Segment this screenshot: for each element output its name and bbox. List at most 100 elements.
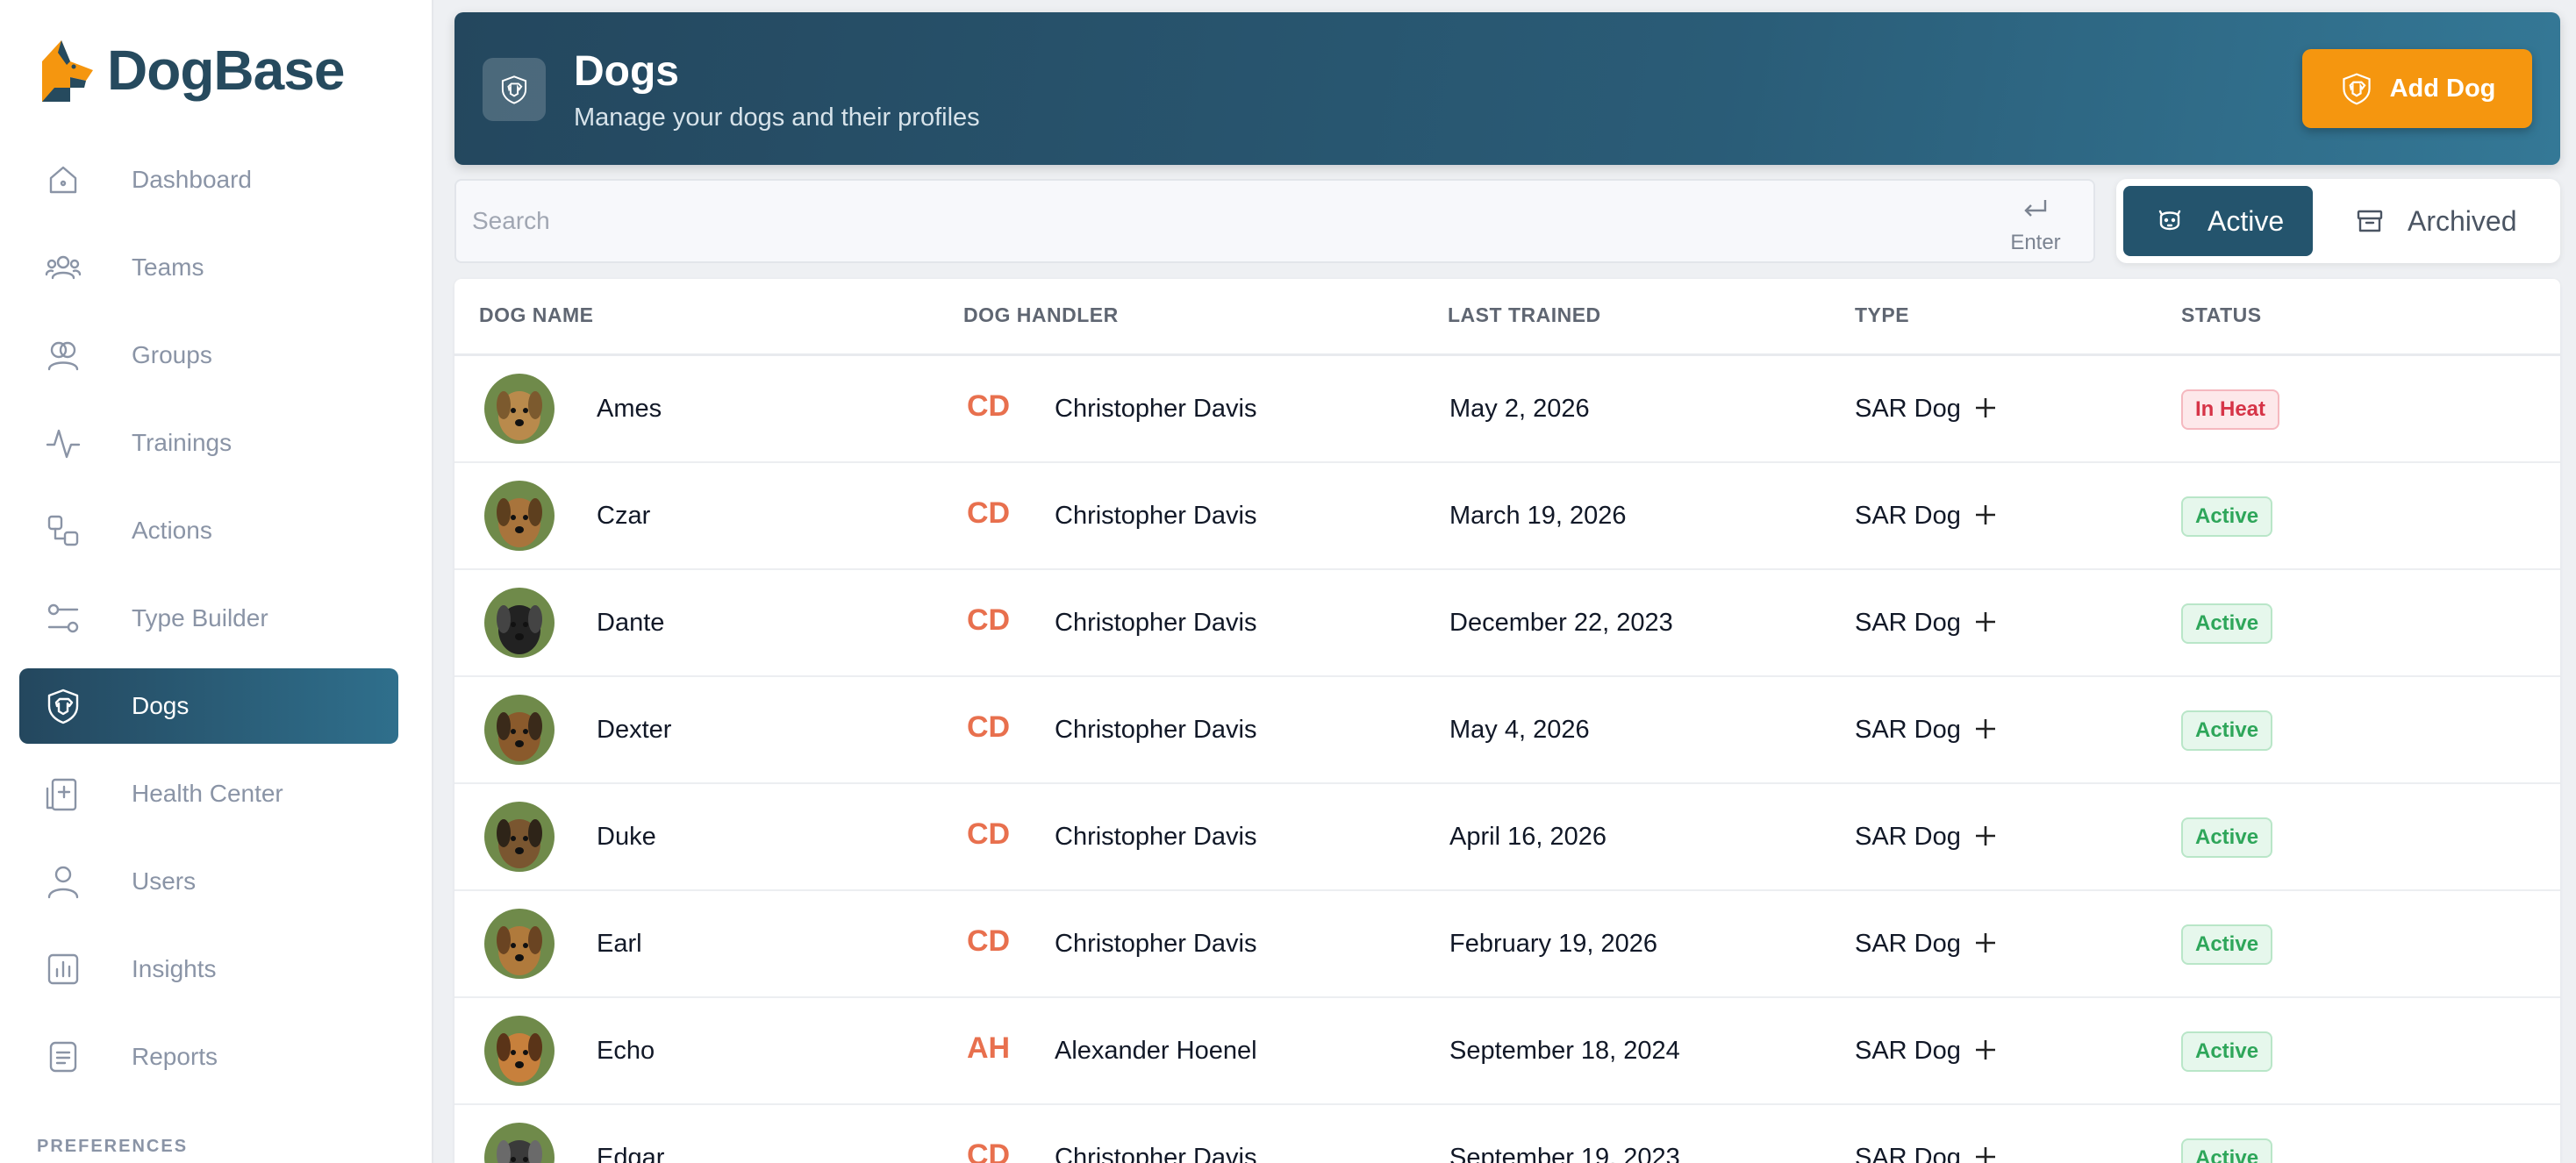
actions-icon [44,511,82,550]
plus-icon [1976,612,1995,631]
last-trained: February 19, 2026 [1449,930,1657,958]
table-row[interactable]: Earl CD Christopher Davis February 19, 2026… [454,891,2560,998]
dog-avatar[interactable] [484,802,555,872]
home-icon [44,161,82,199]
archive-icon [2357,210,2383,232]
toggle-active-button[interactable]: Active [2123,186,2313,256]
table-row[interactable]: Dante CD Christopher Davis December 22, 202… [454,570,2560,677]
sidebar-item-trainings[interactable]: Trainings [19,405,398,481]
handler-initials: CD [967,389,1011,423]
dogbase-logo-icon [42,40,93,102]
handler-initials: CD [967,924,1011,958]
add-type-button[interactable] [1971,393,2000,423]
sidebar-item-type-builder[interactable]: Type Builder [19,581,398,656]
sidebar-item-reports[interactable]: Reports [19,1019,398,1095]
add-type-button[interactable] [1971,928,2000,958]
dog-type: SAR Dog [1855,502,1961,530]
table-row[interactable]: Echo AH Alexander Hoenel September 18, 2024… [454,998,2560,1105]
team-icon [44,248,82,287]
sidebar-item-label: Type Builder [132,604,268,631]
last-trained: May 4, 2026 [1449,716,1590,744]
enter-hint[interactable]: Enter [2009,196,2062,255]
status-badge: Active [2181,710,2273,751]
dog-type: SAR Dog [1855,823,1961,851]
add-type-button[interactable] [1971,1035,2000,1065]
enter-label: Enter [2010,231,2061,254]
table-row[interactable]: Duke CD Christopher Davis April 16, 2026 SAR… [454,784,2560,891]
brand[interactable]: DogBase [35,35,345,105]
dog-avatar[interactable] [484,481,555,551]
dog-avatar[interactable] [484,1016,555,1086]
add-type-button[interactable] [1971,1142,2000,1163]
plus-icon [1976,826,1995,845]
brand-name: DogBase [107,39,345,102]
table-row[interactable]: Dexter CD Christopher Davis May 4, 2026 SAR … [454,677,2560,784]
user-icon [44,862,82,901]
dog-avatar[interactable] [484,588,555,658]
dog-name[interactable]: Earl [597,930,642,959]
last-trained: September 18, 2024 [1449,1037,1680,1065]
preferences-section-label: PREFERENCES [37,1137,189,1156]
dog-type: SAR Dog [1855,716,1961,744]
handler-name: Christopher Davis [1055,395,1257,423]
sidebar-item-teams[interactable]: Teams [19,230,398,305]
add-dog-button[interactable]: Add Dog [2302,49,2532,128]
dog-type: SAR Dog [1855,1144,1961,1163]
dog-name[interactable]: Dante [597,609,664,638]
sidebar-item-label: Reports [132,1043,218,1070]
plus-icon [1976,719,1995,738]
plus-icon [1976,933,1995,953]
column-header-status[interactable]: STATUS [2181,303,2262,327]
column-header-last-trained[interactable]: LAST TRAINED [1448,303,1601,327]
search-input[interactable] [456,181,1983,261]
add-type-button[interactable] [1971,500,2000,530]
handler-initials: CD [967,710,1011,744]
dog-avatar[interactable] [484,909,555,979]
sidebar-item-dashboard[interactable]: Dashboard [19,142,398,218]
dog-avatar[interactable] [484,374,555,444]
handler-name: Christopher Davis [1055,609,1257,637]
sidebar-item-label: Insights [132,955,217,982]
table-row[interactable]: Edgar CD Christopher Davis September 19, 20… [454,1105,2560,1163]
dog-name[interactable]: Ames [597,395,662,424]
column-header-dog-name[interactable]: DOG NAME [479,303,594,327]
column-header-type[interactable]: TYPE [1855,303,1909,327]
add-dog-label: Add Dog [2389,74,2496,103]
add-type-button[interactable] [1971,821,2000,851]
plus-icon [1976,505,1995,524]
plus-icon [1976,1040,1995,1060]
table-row[interactable]: Czar CD Christopher Davis March 19, 2026 SAR… [454,463,2560,570]
table-row[interactable]: Ames CD Christopher Davis May 2, 2026 SAR Do… [454,356,2560,463]
status-badge: Active [2181,603,2273,644]
status-badge: Active [2181,924,2273,965]
dog-name[interactable]: Dexter [597,716,671,745]
dog-avatar[interactable] [484,695,555,765]
sidebar-item-label: Health Center [132,780,283,807]
status-badge: Active [2181,817,2273,858]
sidebar-item-actions[interactable]: Actions [19,493,398,568]
status-badge: Active [2181,496,2273,537]
dog-face-icon [2158,210,2181,231]
pulse-icon [44,424,82,462]
add-type-button[interactable] [1971,607,2000,637]
dog-avatar[interactable] [484,1123,555,1163]
toggle-active-label: Active [2207,204,2285,237]
sidebar-item-health-center[interactable]: Health Center [19,756,398,831]
toggle-archived-button[interactable]: Archived [2355,186,2553,256]
dog-shield-icon [2342,73,2371,105]
sidebar-item-insights[interactable]: Insights [19,931,398,1007]
dog-name[interactable]: Duke [597,823,656,852]
sidebar-item-dogs[interactable]: Dogs [19,668,398,744]
dog-name[interactable]: Edgar [597,1144,664,1163]
sidebar-item-groups[interactable]: Groups [19,318,398,393]
sidebar-nav: Dashboard Teams Groups Trainings Actions… [19,142,398,1107]
dog-type: SAR Dog [1855,930,1961,958]
add-type-button[interactable] [1971,714,2000,744]
dog-name[interactable]: Echo [597,1037,655,1066]
dog-name[interactable]: Czar [597,502,650,531]
handler-name: Christopher Davis [1055,502,1257,530]
sidebar-item-users[interactable]: Users [19,844,398,919]
column-header-dog-handler[interactable]: DOG HANDLER [963,303,1119,327]
handler-name: Christopher Davis [1055,1144,1257,1163]
app-root: DogBase Dashboard Teams Groups Trainings… [0,0,2576,1163]
